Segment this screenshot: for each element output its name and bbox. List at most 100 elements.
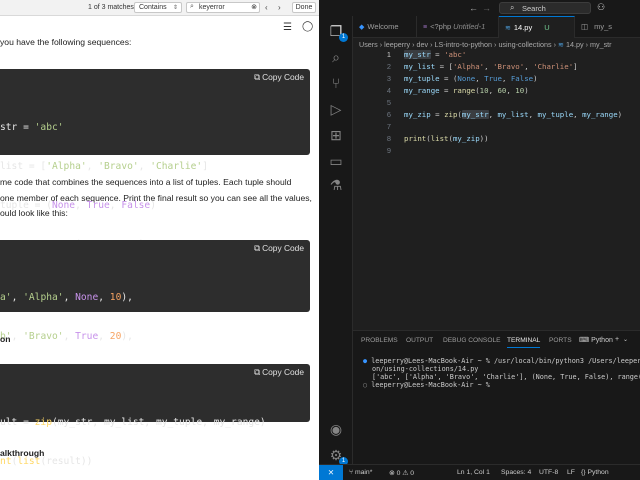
run-debug-icon[interactable]: ▷ [327, 100, 345, 118]
branch-icon: ⑂ [349, 469, 354, 476]
find-mode-select[interactable]: Contains ⇕ [134, 2, 182, 13]
tab-welcome[interactable]: ◆ Welcome [353, 16, 417, 38]
paragraph-line: one member of each sequence. Print the f… [0, 193, 312, 203]
remote-indicator-icon[interactable]: ⨯ [319, 465, 343, 480]
braces-icon: {} [581, 469, 586, 476]
tab-14-py[interactable]: ≋ 14.py U [499, 16, 575, 38]
tab-overflow[interactable]: ◫ my_s [575, 16, 640, 38]
paragraph-line: ould look like this: [0, 208, 68, 218]
code-block: ⧉ Copy Code a', 'Alpha', None, 10), b', '… [0, 240, 310, 381]
terminal-profile[interactable]: ⌨ Python [579, 336, 613, 344]
new-terminal-icon[interactable]: + [615, 336, 619, 343]
find-mode-label: Contains [139, 4, 167, 11]
code-line: my_str = 'abc' [404, 50, 467, 59]
accounts-icon[interactable]: ◉ [327, 420, 345, 438]
line-number: 6 [386, 110, 391, 119]
activity-bar: ❐ 1 ⌕ ⑂ ▷ ⊞ ▭ ⚗ ◉ ⚙ 1 [319, 16, 353, 466]
back-arrow-icon[interactable]: ← [469, 3, 478, 13]
testing-icon[interactable]: ⚗ [327, 176, 345, 194]
command-center[interactable]: ⌕ Search [499, 2, 591, 14]
editor-tabs: ◆ Welcome ≡ <?php Untitled-1 ≋ 14.py U ◫ my_s [353, 16, 640, 38]
tab-terminal[interactable]: TERMINAL [507, 337, 541, 348]
cursor-position[interactable]: Ln 1, Col 1 [457, 469, 490, 476]
copy-icon: ⧉ [254, 72, 261, 82]
code-line: my_tuple = (None, True, False) [404, 74, 538, 83]
line-number: 7 [386, 122, 391, 131]
code-editor[interactable]: 1 2 3 4 5 6 7 8 9 my_str = 'abc' my_list… [353, 50, 640, 322]
problems-indicator[interactable]: ⊗ 0 ⚠ 0 [389, 469, 414, 477]
find-bar: 1 of 3 matches Contains ⇕ ⌕ keyerror ⊗ ‹… [0, 0, 319, 16]
find-match-count: 1 of 3 matches [88, 4, 134, 11]
line-number: 8 [386, 134, 391, 143]
code-line: my_list = ['Alpha', 'Bravo', 'Charlie'] [404, 62, 578, 71]
search-icon: ⌕ [190, 3, 194, 10]
find-input[interactable]: ⌕ keyerror ⊗ [186, 2, 260, 13]
code-line: list = ['Alpha', 'Bravo', 'Charlie'] [0, 161, 208, 172]
code-line: my_zip = zip(my_str, my_list, my_tuple, … [404, 110, 623, 119]
browser-window: 1 of 3 matches Contains ⇕ ⌕ keyerror ⊗ ‹… [0, 0, 319, 480]
find-previous-icon[interactable]: ‹ [265, 3, 268, 12]
search-icon: ⌕ [510, 3, 515, 12]
breadcrumb: Users › leeperry › dev › LS-intro-to-pyt… [359, 40, 612, 49]
chevron-down-icon[interactable]: ⌄ [623, 336, 628, 343]
source-control-icon[interactable]: ⑂ [327, 74, 345, 92]
python-icon: ≋ [505, 25, 511, 32]
language-mode[interactable]: {} Python [581, 469, 609, 476]
search-icon[interactable]: ⌕ [327, 48, 345, 66]
tab-problems[interactable]: PROBLEMS [361, 337, 398, 344]
find-done-button[interactable]: Done [292, 2, 316, 13]
line-number: 1 [386, 50, 391, 59]
tab-untitled[interactable]: ≡ <?php Untitled-1 [417, 16, 499, 38]
extensions-icon[interactable]: ⊞ [327, 126, 345, 144]
code-block: ⧉ Copy Code str = 'abc' list = ['Alpha', … [0, 69, 310, 250]
code-line: ult = zip(my_str, my_list, my_tuple, my_… [0, 417, 266, 428]
encoding[interactable]: UTF-8 [539, 469, 558, 476]
split-editor-icon: ◫ [581, 22, 589, 31]
terminal-icon: ⌨ [579, 337, 590, 344]
terminal-line: ○ leeperry@Lees-MacBook-Air ~ % [363, 381, 490, 389]
intro-text: you have the following sequences: [0, 37, 132, 47]
bottom-panel: PROBLEMS OUTPUT DEBUG CONSOLE TERMINAL P… [353, 330, 640, 464]
indentation[interactable]: Spaces: 4 [501, 469, 531, 476]
section-heading: on [0, 334, 11, 344]
code-block: ⧉ Copy Code ult = zip(my_str, my_list, my… [0, 364, 310, 467]
line-number: 2 [386, 62, 391, 71]
line-ending[interactable]: LF [567, 469, 575, 476]
line-number: 3 [386, 74, 391, 83]
comment-icon[interactable]: ◯ [302, 21, 313, 32]
tab-ports[interactable]: PORTS [549, 337, 572, 344]
forward-arrow-icon[interactable]: → [482, 3, 491, 13]
vscode-icon: ◆ [359, 24, 365, 31]
remote-explorer-icon[interactable]: ▭ [327, 152, 345, 170]
code-line: print(list(my_zip)) [404, 134, 489, 143]
chevron-updown-icon: ⇕ [172, 5, 178, 11]
copy-code-button[interactable]: ⧉ Copy Code [254, 367, 306, 378]
list-icon[interactable]: ☰ [283, 22, 292, 33]
section-heading: alkthrough [0, 448, 45, 458]
title-bar: ← → ⌕ Search ⚇ [319, 0, 640, 16]
code-line: b', 'Bravo', True, 20), [0, 331, 133, 342]
branch-indicator[interactable]: ⑂ main* [349, 469, 372, 476]
copy-code-button[interactable]: ⧉ Copy Code [254, 243, 306, 254]
status-bar: ⨯ ⑂ main* ⊗ 0 ⚠ 0 Ln 1, Col 1 Spaces: 4 … [319, 464, 640, 480]
copy-icon: ⧉ [254, 243, 261, 253]
vscode-window: ← → ⌕ Search ⚇ ❐ 1 ⌕ ⑂ ▷ ⊞ ▭ ⚗ ◉ ⚙ 1 ◆ We… [319, 0, 640, 480]
line-number: 4 [386, 86, 391, 95]
warning-icon: ⚠ [402, 470, 409, 477]
tab-output[interactable]: OUTPUT [406, 337, 433, 344]
code-line: a', 'Alpha', None, 10), [0, 292, 133, 303]
line-number: 9 [386, 146, 391, 155]
find-next-icon[interactable]: › [278, 3, 281, 12]
copy-code-button[interactable]: ⧉ Copy Code [254, 72, 306, 83]
explorer-badge: 1 [339, 33, 348, 42]
tab-debug-console[interactable]: DEBUG CONSOLE [443, 337, 501, 344]
copilot-icon[interactable]: ⚇ [597, 2, 605, 13]
code-line: my_range = range(10, 60, 10) [404, 86, 529, 95]
clear-icon[interactable]: ⊗ [251, 3, 257, 11]
doc-toolbar: ☰ ◯ [0, 16, 319, 38]
paragraph-line: me code that combines the sequences into… [0, 177, 292, 187]
line-number: 5 [386, 98, 391, 107]
python-icon: ≋ [557, 40, 564, 49]
copy-icon: ⧉ [254, 367, 261, 377]
php-icon: ≡ [423, 24, 428, 31]
